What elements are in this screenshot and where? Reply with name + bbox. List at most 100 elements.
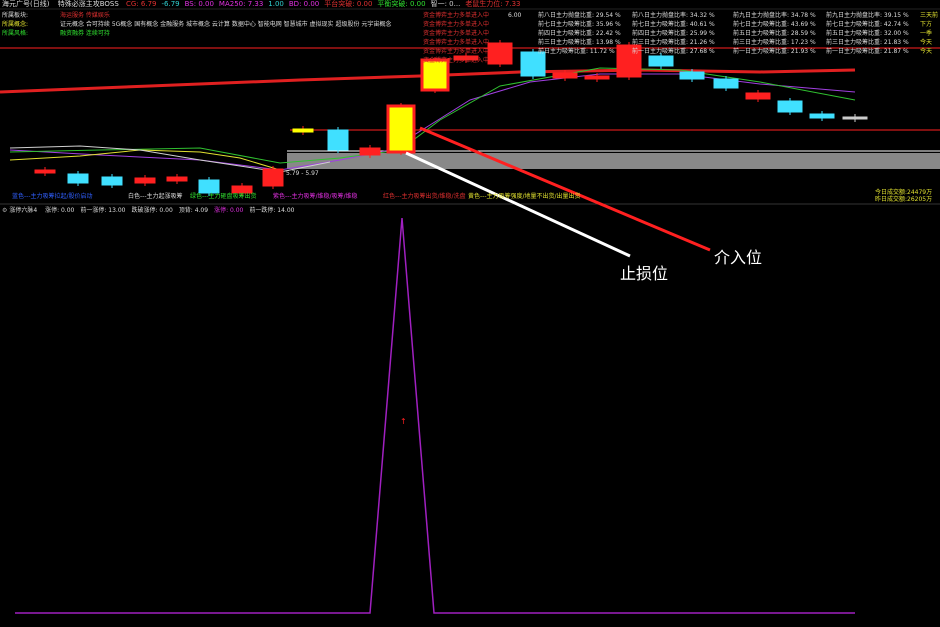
color-legend-item: 紫色---主力吸筹/维稳/吸筹/维稳 — [273, 193, 358, 200]
app-title: 海元广号(日线) — [2, 0, 50, 8]
stat-row: 前五日主力吸筹比重: 32.00 % — [826, 30, 909, 37]
gear-icon[interactable]: ⚙ — [2, 207, 7, 214]
color-legend-item: 红色---主力吸筹出货/维稳/洗盘 — [383, 193, 466, 200]
header-value: CG: 6.79 — [126, 0, 157, 8]
color-legend-item: 蓝色---主力吸筹拉起/股价启动 — [12, 193, 93, 200]
price-mark-low: 5.79 - 5.97 — [286, 170, 319, 177]
stat-row: 前三日主力吸筹比重: 17.23 % — [733, 39, 816, 46]
lower-header-value: 前一涨停: 13.00 — [80, 207, 126, 214]
candle-body — [648, 55, 674, 67]
candle-body — [101, 176, 123, 186]
header-value: 平衡突破: 0.00 — [377, 0, 426, 8]
stats-column: 前九日主力抛盘比率: 39.15 % 前七日主力吸筹比重: 42.74 % 前五日主… — [826, 12, 909, 57]
candle-body — [327, 129, 349, 151]
candle-body — [745, 92, 771, 100]
header-value: 平台突破: 0.00 — [324, 0, 373, 8]
indicator-name[interactable]: 特殊必涨主攻BOSS — [58, 0, 119, 8]
candle-body — [262, 168, 284, 187]
right-edge-label: 下方 — [920, 21, 933, 28]
concept-row: 海运服务 传媒娱乐 — [60, 12, 110, 19]
stat-row: 前四日主力吸筹比重: 25.99 % — [632, 30, 715, 37]
stat-row: 前九日主力抛盘比率: 39.15 % — [826, 12, 909, 19]
lower-indicator-name[interactable]: 涨停六脉4 — [9, 207, 37, 214]
spike-marker: ↑ — [400, 417, 407, 426]
stat-row: 前一日主力吸筹比重: 21.93 % — [733, 48, 816, 55]
candle-body — [552, 72, 578, 79]
lower-header-value: 前一跌停: 14.00 — [249, 207, 295, 214]
entry-label: 介入位 — [714, 248, 763, 267]
candle-body — [713, 78, 739, 89]
lower-header-value: 涨停: 0.00 — [214, 207, 244, 214]
stat-row: 前日主力吸筹比重: 11.72 % — [538, 48, 615, 55]
yesterday-turnover: 昨日成交额:26205万 — [875, 196, 933, 203]
candle-body — [679, 71, 705, 80]
color-legend: 蓝色---主力吸筹拉起/股价启动 白色---主力起涨吸筹 绿色---主力砸盘吸筹出货… — [0, 193, 940, 203]
right-edge-label: 今天 — [920, 48, 933, 55]
capital-legend: 资金博弈主力多单进入中 资金博弈主力多单进入中 资金博弈主力多单进入中 资金博弈主力多… — [423, 12, 533, 66]
concept-info: 海运服务 传媒娱乐 证元概念 合可持续 5G概念 国有概念 金融服务 城市概念 云… — [60, 12, 391, 39]
stat-row: 前七日主力吸筹比重: 40.61 % — [632, 21, 715, 28]
stat-row: 前五日主力吸筹比重: 28.59 % — [733, 30, 816, 37]
header-value: MA250: 7.33 — [218, 0, 264, 8]
legend-value: 6.00 — [508, 12, 522, 19]
ma-yellow-line — [9, 149, 281, 171]
legend-row: 资金博弈主力多单进入中 — [423, 21, 490, 28]
lower-header-value: 顶背: 4.09 — [178, 207, 209, 214]
right-edge-label: 三天前 — [920, 12, 939, 19]
stat-row: 前七日主力吸筹比重: 35.96 % — [538, 21, 621, 28]
lower-header-value: 跌破涨停: 0.00 — [131, 207, 173, 214]
right-edge-label: 一季 — [920, 30, 933, 37]
legend-row: 资金博弈主力多单进入中 — [423, 30, 490, 37]
stat-row: 前九日主力抛盘比率: 34.78 % — [733, 12, 816, 19]
lower-pane-header: ⚙ 涨停六脉4 涨停: 0.00 前一涨停: 13.00 跌破涨停: 0.00 顶背:… — [2, 207, 602, 217]
candle-body — [777, 100, 803, 113]
candle-body — [231, 185, 253, 194]
legend-row: 资金博弈主力多单进入中 — [423, 57, 490, 64]
stats-column: 前八日主力抛盘比率: 34.32 % 前七日主力吸筹比重: 40.61 % 前四日主… — [632, 12, 715, 57]
stats-column: 前九日主力抛盘比率: 34.78 % 前七日主力吸筹比重: 43.69 % 前五日主… — [733, 12, 816, 57]
header-value: 智一: 0... — [430, 0, 461, 8]
header-value: BD: 0.00 — [288, 0, 320, 8]
stat-row: 前七日主力吸筹比重: 42.74 % — [826, 21, 909, 28]
candle-body — [359, 147, 381, 156]
right-edge-label: 今天 — [920, 39, 933, 46]
stat-row: 前三日主力吸筹比重: 21.83 % — [826, 39, 909, 46]
lower-header-value: 涨停: 0.00 — [45, 207, 75, 214]
header-value: -6.79 — [161, 0, 180, 8]
concept-row: 融资融券 连续可持 — [60, 30, 110, 37]
stat-row: 前三日主力吸筹比重: 13.98 % — [538, 39, 621, 46]
candle-body — [584, 75, 610, 80]
candle-body — [34, 169, 56, 174]
candle-body — [386, 104, 416, 154]
candle-body — [166, 176, 188, 182]
stats-column: 前八日主力抛盘比重: 29.54 % 前七日主力吸筹比重: 35.96 % 前四日主… — [538, 12, 621, 57]
color-legend-item: 绿色---主力砸盘吸筹出货 — [190, 193, 257, 200]
stat-row: 前三日主力吸筹比重: 21.26 % — [632, 39, 715, 46]
header-value: 1.00 — [268, 0, 284, 8]
legend-row: 资金博弈主力多单进入中 — [423, 48, 490, 55]
candle-body — [198, 179, 220, 194]
limit-up-spike — [15, 217, 855, 614]
stat-row: 前一日主力吸筹比重: 21.87 % — [826, 48, 909, 55]
price-band — [287, 153, 940, 169]
candle-body — [292, 128, 314, 133]
entry-arrow — [419, 126, 711, 252]
stat-row: 前八日主力抛盘比率: 34.32 % — [632, 12, 715, 19]
candle-body — [809, 113, 835, 119]
candle-body — [134, 177, 156, 184]
stat-row: 前七日主力吸筹比重: 43.69 % — [733, 21, 816, 28]
header-value: 老鼠生力位: 7.33 — [465, 0, 521, 8]
chart-canvas[interactable]: ↑ — [0, 0, 940, 627]
candle-body — [67, 173, 89, 184]
color-legend-item: 白色---主力起涨吸筹 — [128, 193, 183, 200]
stat-row: 前一日主力吸筹比重: 27.68 % — [632, 48, 715, 55]
stat-row: 前八日主力抛盘比重: 29.54 % — [538, 12, 621, 19]
header-values: CG: 6.79 -6.79 BS: 0.00 MA250: 7.33 1.00 BD: … — [121, 0, 520, 8]
candle-body — [842, 116, 868, 120]
lower-header-values: 涨停: 0.00 前一涨停: 13.00 跌破涨停: 0.00 顶背: 4.09 涨停:… — [39, 207, 294, 214]
stop-loss-label: 止损位 — [620, 264, 669, 283]
today-turnover: 今日成交额:24479万 — [875, 189, 933, 196]
color-legend-item: 黄色---主力吸筹强度/地量不出货/出量出货 — [468, 193, 581, 200]
header-value: BS: 0.00 — [184, 0, 214, 8]
right-edge-labels: 三天前 下方 一季 今天 今天 — [920, 12, 938, 57]
